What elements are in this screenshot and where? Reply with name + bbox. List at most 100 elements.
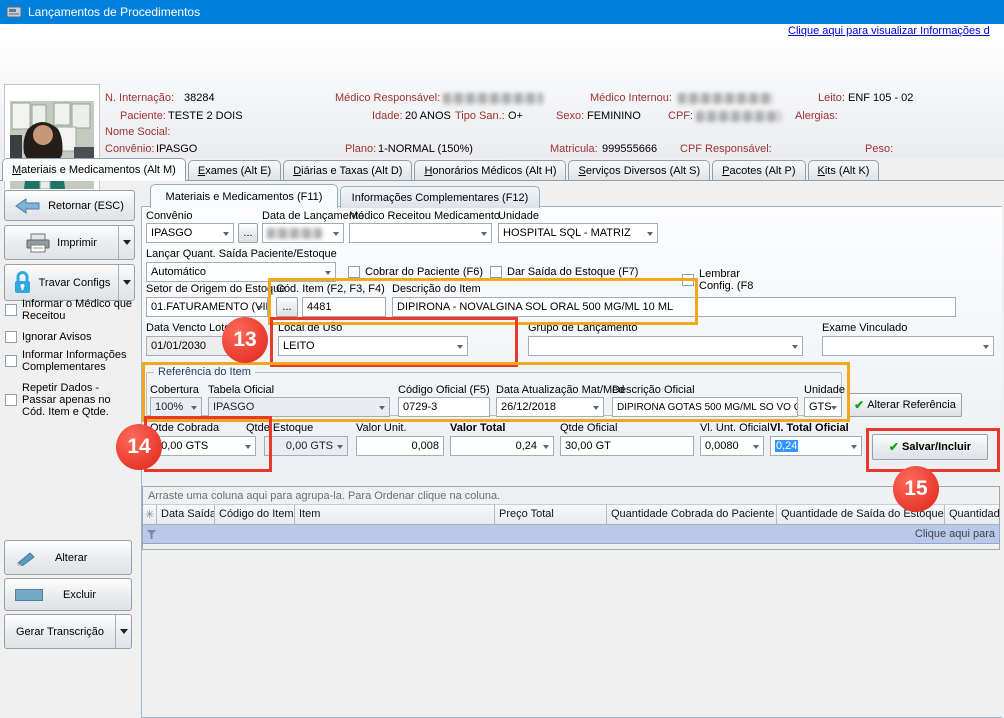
tabela-oficial-label: Tabela Oficial xyxy=(208,384,274,396)
checkbox-informar-informacoes[interactable]: Informar Informações Complementares xyxy=(5,349,135,373)
alterar-referencia-button[interactable]: ✔ Alterar Referência xyxy=(848,393,962,417)
qtde-cobrada-label: Qtde Cobrada xyxy=(150,422,219,434)
pencil-icon xyxy=(15,550,37,566)
excluir-button[interactable]: Excluir xyxy=(4,578,132,611)
window-title: Lançamentos de Procedimentos xyxy=(28,5,200,19)
alterar-button[interactable]: Alterar xyxy=(4,540,132,575)
grid-col-qtd-sa[interactable]: Quantidade de Sa xyxy=(945,505,999,525)
checkbox-box xyxy=(5,331,17,343)
subtab-materiais-f11[interactable]: Materiais e Medicamentos (F11) xyxy=(150,184,338,208)
app-icon xyxy=(6,4,22,20)
grid-filter-row[interactable]: Clique aqui para xyxy=(143,525,999,544)
travar-configs-button[interactable]: Travar Configs xyxy=(4,264,135,301)
filter-funnel-icon xyxy=(146,529,157,540)
local-uso-label: Local de Uso xyxy=(278,322,342,334)
salvar-incluir-button[interactable]: ✔ Salvar/Incluir xyxy=(872,434,988,460)
checkbox-box xyxy=(490,266,502,278)
setor-origem-select[interactable]: 01.FATURAMENTO (VIRT xyxy=(146,297,268,317)
valor-unit-label: Valor Unit. xyxy=(356,422,407,434)
annotation-badge-14: 14 xyxy=(116,424,162,470)
grid-col-preco-total[interactable]: Preço Total xyxy=(495,505,607,525)
data-lancamento-select[interactable] xyxy=(262,223,344,243)
vl-unt-oficial-label: Vl. Unt. Oficial xyxy=(700,422,770,434)
tab-honorarios-medicos[interactable]: Honorários Médicos (Alt H) xyxy=(414,160,566,180)
qtde-oficial-input[interactable]: 30,00 GT xyxy=(560,436,694,456)
tab-servicos-diversos[interactable]: Serviços Diversos (Alt S) xyxy=(568,160,710,180)
convenio-select[interactable]: IPASGO xyxy=(146,223,234,243)
grid-col-data-saida[interactable]: Data Saída xyxy=(157,505,215,525)
label-peso: Peso: xyxy=(865,143,893,155)
local-uso-select[interactable]: LEITO xyxy=(278,336,468,356)
unidade-select[interactable]: HOSPITAL SQL - MATRIZ xyxy=(498,223,658,243)
label-matricula: Matricula: xyxy=(550,143,598,155)
grid-col-item[interactable]: Item xyxy=(295,505,495,525)
link-row: Clique aqui para visualizar Informações … xyxy=(0,24,1004,40)
vl-total-oficial-label: Vl. Total Oficial xyxy=(770,422,849,434)
valor-unit-input[interactable]: 0,008 xyxy=(356,436,444,456)
grid-indicator-header: ✳ xyxy=(143,505,157,525)
grid-col-codigo-item[interactable]: Código do Item xyxy=(215,505,295,525)
checkbox-informar-medico[interactable]: Informar o Médico que Receitou xyxy=(5,298,135,322)
vl-unt-oficial-select[interactable]: 0,0080 xyxy=(700,436,764,456)
label-nome-social: Nome Social: xyxy=(105,126,170,138)
tab-kits[interactable]: Kits (Alt K) xyxy=(808,160,880,180)
value-matricula: 999555666 xyxy=(602,143,657,155)
grupo-lancamento-select[interactable] xyxy=(528,336,803,356)
checkbox-cobrar-paciente[interactable]: Cobrar do Paciente (F6) xyxy=(348,266,483,278)
checkbox-repetir-dados[interactable]: Repetir Dados - Passar apenas no Cód. It… xyxy=(5,382,135,418)
main-tab-strip: Materiais e Medicamentos (Alt M) Exames … xyxy=(0,158,1004,181)
descricao-item-label: Descrição do Item xyxy=(392,283,481,295)
cod-item-browse-button[interactable]: ... xyxy=(276,297,298,317)
checkbox-dar-saida[interactable]: Dar Saída do Estoque (F7) xyxy=(490,266,638,278)
lancar-quant-label: Lançar Quant. Saída Paciente/Estoque xyxy=(146,248,337,260)
exame-vinculado-select[interactable] xyxy=(822,336,994,356)
checkbox-lembrar-config[interactable]: Lembrar Config. (F8 xyxy=(682,268,753,292)
codigo-oficial-input[interactable]: 0729-3 xyxy=(398,397,490,417)
medico-receitou-select[interactable] xyxy=(349,223,492,243)
checkbox-ignorar-avisos[interactable]: Ignorar Avisos xyxy=(5,331,135,343)
unidade-oficial-select[interactable]: GTS xyxy=(804,397,842,417)
value-convenio: IPASGO xyxy=(156,143,197,155)
codigo-oficial-label: Código Oficial (F5) xyxy=(398,384,490,396)
tab-pacotes[interactable]: Pacotes (Alt P) xyxy=(712,160,805,180)
info-link[interactable]: Clique aqui para visualizar Informações … xyxy=(788,25,1004,37)
descricao-oficial-input[interactable]: DIPIRONA GOTAS 500 MG/ML SO VO GT xyxy=(612,397,798,417)
qtde-estoque-select[interactable]: 0,00 GTS xyxy=(264,436,348,456)
cobertura-label: Cobertura xyxy=(150,384,199,396)
value-internacao: 38284 xyxy=(184,92,215,104)
travar-configs-dropdown[interactable] xyxy=(118,265,134,300)
retornar-button[interactable]: Retornar (ESC) xyxy=(4,190,135,221)
redacted-medico-responsavel xyxy=(443,93,543,104)
cod-item-input[interactable]: 4481 xyxy=(302,297,386,317)
qtde-cobrada-select[interactable]: 30,00 GTS xyxy=(150,436,256,456)
subtab-informacoes-f12[interactable]: Informações Complementares (F12) xyxy=(340,186,540,208)
tabela-oficial-select[interactable]: IPASGO xyxy=(208,397,390,417)
cobertura-select[interactable]: 100% xyxy=(150,397,202,417)
valor-total-select[interactable]: 0,24 xyxy=(450,436,554,456)
vl-total-oficial-select[interactable]: 0,24 xyxy=(770,436,862,456)
label-sexo: Sexo: xyxy=(556,110,584,122)
tab-exames[interactable]: Exames (Alt E) xyxy=(188,160,281,180)
label-paciente: Paciente: xyxy=(120,110,166,122)
value-tipo-san: O+ xyxy=(508,110,523,122)
gerar-transcricao-button[interactable]: Gerar Transcrição xyxy=(4,614,132,649)
tab-materiais-medicamentos[interactable]: Materiais e Medicamentos (Alt M) xyxy=(2,158,186,181)
check-icon: ✔ xyxy=(854,398,864,412)
tab-diarias-taxas[interactable]: Diárias e Taxas (Alt D) xyxy=(283,160,412,180)
grupo-lancamento-label: Grupo de Lançamento xyxy=(528,322,637,334)
imprimir-dropdown[interactable] xyxy=(118,226,134,259)
value-paciente: TESTE 2 DOIS xyxy=(168,110,243,122)
value-leito: ENF 105 - 02 xyxy=(848,92,913,104)
imprimir-button[interactable]: Imprimir xyxy=(4,225,135,260)
convenio-browse-button[interactable]: ... xyxy=(238,223,258,243)
qtde-estoque-label: Qtde Estoque xyxy=(246,422,313,434)
label-cpf: CPF: xyxy=(668,110,693,122)
setor-origem-label: Setor de Origem do Estoque xyxy=(146,283,285,295)
gerar-transcricao-dropdown[interactable] xyxy=(115,615,131,648)
grid-col-qtd-cobrada[interactable]: Quantidade Cobrada do Paciente xyxy=(607,505,777,525)
lancar-quant-select[interactable]: Automático xyxy=(146,262,336,282)
grid-groupby-bar[interactable]: Arraste uma coluna aqui para agrupa-la. … xyxy=(143,487,999,505)
value-idade: 20 ANOS xyxy=(405,110,451,122)
data-atualizacao-select[interactable]: 26/12/2018 xyxy=(496,397,604,417)
descricao-item-input[interactable]: DIPIRONA - NOVALGINA SOL ORAL 500 MG/ML … xyxy=(392,297,956,317)
